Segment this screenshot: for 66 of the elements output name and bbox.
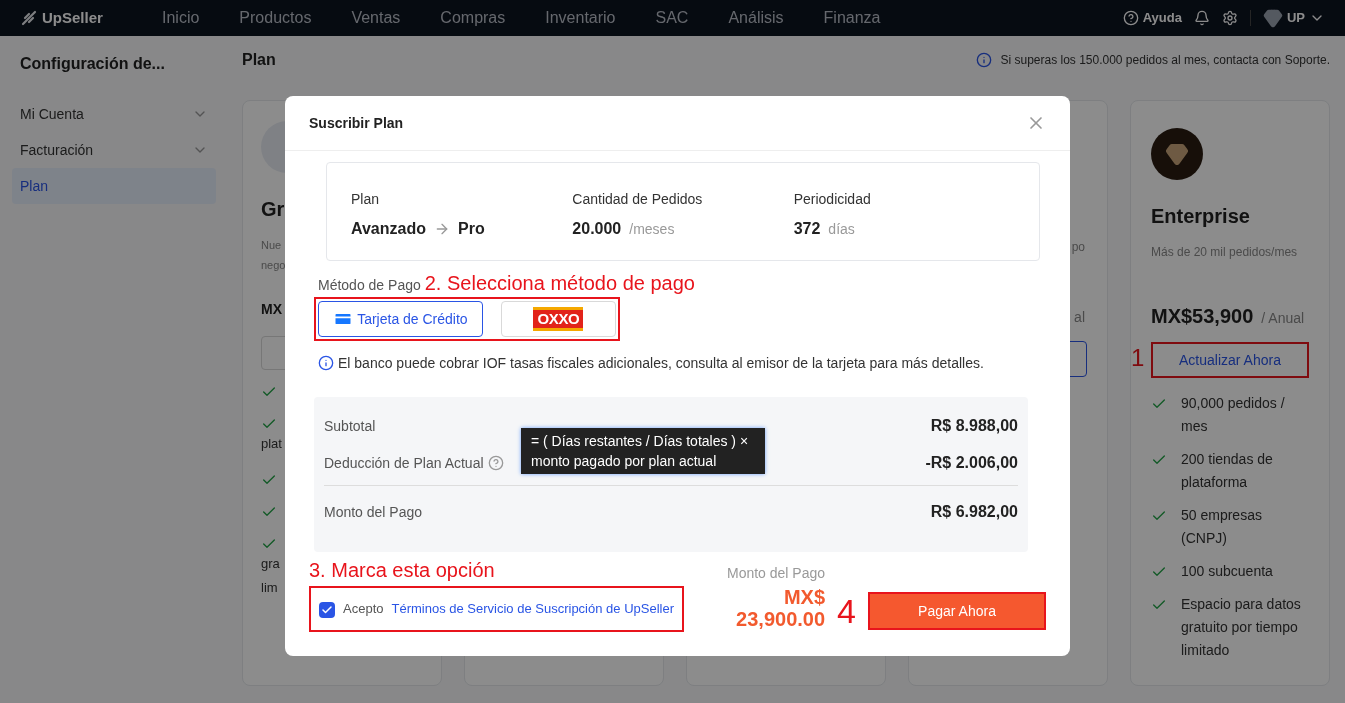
nav-tab[interactable]: Ventas bbox=[331, 6, 421, 30]
step-annotation: 2. Selecciona método de pago bbox=[424, 271, 695, 295]
nav-tab[interactable]: Productos bbox=[219, 6, 332, 30]
app-logo-text[interactable]: UpSeller bbox=[42, 6, 103, 30]
sidebar-item[interactable]: Facturación bbox=[12, 132, 216, 168]
breakdown-amount: -R$ 2.006,00 bbox=[925, 452, 1018, 473]
payment-option[interactable]: OXXO bbox=[500, 301, 616, 337]
feature-text: gra bbox=[261, 555, 280, 573]
step-annotation: 3. Marca esta opción bbox=[309, 558, 496, 582]
step-number: 1 bbox=[1131, 343, 1145, 373]
summary-label: Plan bbox=[351, 190, 381, 209]
nav-tab[interactable]: SAC bbox=[635, 6, 709, 30]
sidebar-item[interactable]: Plan bbox=[12, 168, 216, 204]
feature-text: 90,000 pedidos / mes bbox=[1181, 394, 1286, 436]
order-quantity: 20.000 bbox=[572, 219, 622, 239]
nav-tab[interactable]: Finanza bbox=[803, 6, 901, 30]
dialog-title: Suscribir Plan bbox=[309, 114, 404, 133]
help-link[interactable]: Ayuda bbox=[1142, 8, 1182, 28]
breakdown-amount: R$ 8.988,00 bbox=[930, 415, 1018, 436]
plan-title: Gr bbox=[261, 197, 285, 222]
plan-description: Nue bbox=[261, 238, 282, 253]
feature-text: lim bbox=[261, 579, 278, 597]
sidebar-item[interactable]: Mi Cuenta bbox=[12, 96, 216, 132]
feature-text: 200 tiendas de plataforma bbox=[1181, 450, 1274, 492]
oxxo-logo: OXXO bbox=[533, 307, 584, 331]
plan-description: nego bbox=[261, 258, 286, 273]
breakdown-amount: R$ 6.982,00 bbox=[930, 502, 1018, 522]
feature-text: 50 empresas (CNPJ) bbox=[1181, 506, 1263, 548]
fee-notice: El banco puede cobrar IOF tasas fiscales adicionales, consulta al emisor de la tarjeta para más detalles. bbox=[338, 354, 984, 373]
plan-period: al bbox=[1074, 308, 1085, 327]
plan-period: / Anual bbox=[1261, 309, 1305, 328]
period-value: 372 bbox=[793, 219, 821, 239]
notice-text: Si superas los 150.000 pedidos al mes, contacta con Soporte. bbox=[1000, 51, 1330, 68]
new-plan: Pro bbox=[458, 219, 485, 239]
plan-description: Más de 20 mil pedidos/mes bbox=[1151, 244, 1299, 260]
formula-tooltip: = ( Días restantes / Días totales ) × monto pagado por plan actual bbox=[521, 428, 765, 474]
accept-label: Acepto bbox=[343, 601, 384, 616]
page-title: Plan bbox=[242, 49, 276, 70]
quantity-unit: /meses bbox=[629, 220, 675, 239]
payment-method-label: Método de Pago bbox=[318, 276, 421, 295]
breakdown-label: Deducción de Plan Actual bbox=[324, 453, 484, 473]
period-unit: días bbox=[828, 220, 855, 239]
breakdown-label: Monto del Pago bbox=[324, 503, 423, 522]
plan-title: Enterprise bbox=[1151, 204, 1251, 229]
pay-now-button[interactable]: Pagar Ahora bbox=[870, 594, 1044, 628]
terms-link[interactable]: Términos de Servicio de Suscripción de UpSeller bbox=[391, 601, 674, 616]
feature-text: plat bbox=[261, 435, 282, 453]
feature-text: Espacio para datos gratuito por tiempo limitado bbox=[1181, 595, 1302, 660]
step-number: 4 bbox=[837, 592, 856, 630]
user-menu[interactable]: UP bbox=[1286, 8, 1305, 28]
plan-price: MX bbox=[261, 300, 282, 319]
breakdown-label: Subtotal bbox=[324, 416, 376, 436]
sidebar-title: Configuración de... bbox=[19, 54, 166, 74]
plan-description: po bbox=[1071, 239, 1085, 255]
feature-text: 100 subcuenta bbox=[1181, 562, 1273, 581]
nav-tab[interactable]: Inicio bbox=[142, 6, 220, 30]
nav-tab[interactable]: Compras bbox=[420, 6, 526, 30]
summary-label: Periodicidad bbox=[793, 190, 872, 209]
nav-tab[interactable]: Inventario bbox=[525, 6, 636, 30]
total-label: Monto del Pago bbox=[727, 564, 826, 583]
nav-tab[interactable]: Análisis bbox=[708, 6, 804, 30]
total-amount: MX$ 23,900.00 bbox=[735, 586, 826, 630]
plan-price: MX$53,900 bbox=[1151, 304, 1254, 329]
payment-option[interactable]: Tarjeta de Crédito bbox=[318, 301, 483, 337]
summary-label: Cantidad de Pedidos bbox=[572, 190, 704, 209]
current-plan: Avanzado bbox=[351, 219, 426, 239]
